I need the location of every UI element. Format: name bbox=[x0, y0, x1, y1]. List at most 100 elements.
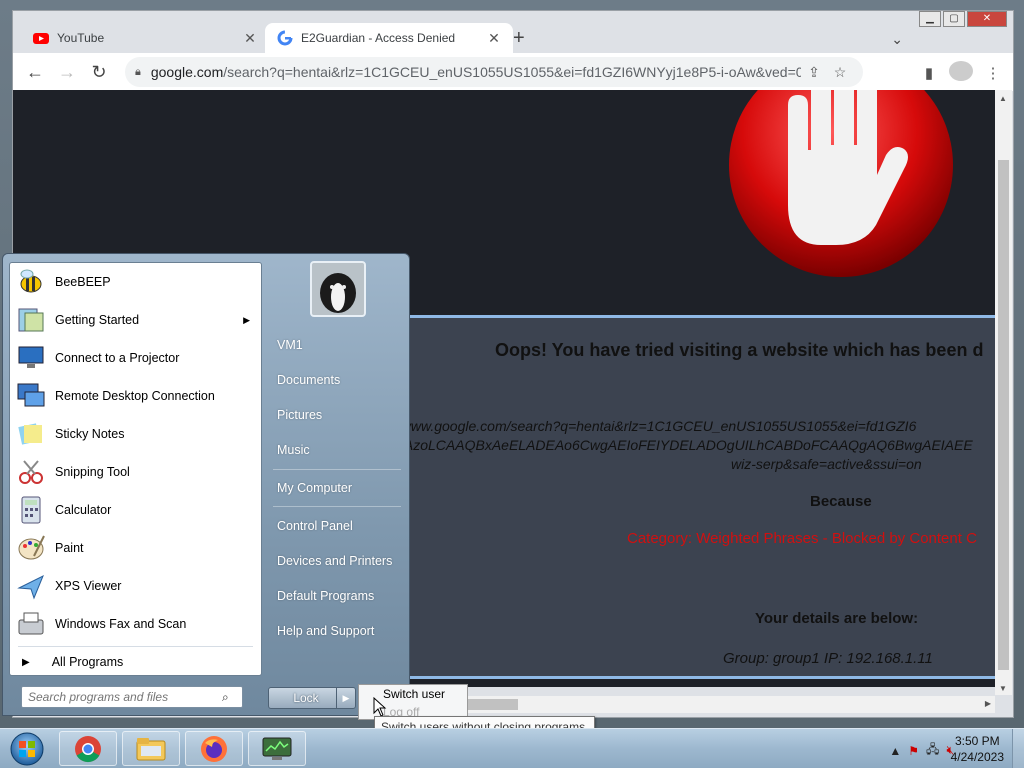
bee-icon bbox=[14, 266, 48, 298]
page-headline: Oops! You have tried visiting a website … bbox=[495, 340, 984, 360]
tab-e2guardian[interactable]: E2Guardian - Access Denied ✕ bbox=[265, 23, 513, 53]
divider bbox=[273, 506, 401, 507]
program-label: BeeBEEP bbox=[55, 275, 111, 289]
program-item[interactable]: Snipping Tool bbox=[14, 453, 258, 491]
start-button-icon[interactable] bbox=[6, 730, 48, 768]
all-programs-button[interactable]: ▶ All Programs bbox=[18, 649, 123, 675]
blocked-url-line: wiz-serp&safe=active&ssui=on bbox=[731, 456, 922, 472]
bookmark-star-icon[interactable]: ☆ bbox=[827, 64, 853, 81]
menu-icon[interactable]: ⋮ bbox=[981, 64, 1005, 82]
details-heading: Your details are below: bbox=[755, 610, 919, 627]
remote-desktop-icon bbox=[14, 380, 48, 412]
firefox-icon bbox=[201, 735, 227, 762]
all-programs-label: All Programs bbox=[51, 655, 124, 669]
start-link-control-panel[interactable]: Control Panel bbox=[277, 519, 353, 533]
browser-toolbar: ← → ↻ 🔒︎ google.com/search?q=hentai&rlz=… bbox=[13, 53, 1013, 91]
taskbar: ▲ ⚑ 🖧︎ 🔇︎ 3:50 PM 4/24/2023 bbox=[0, 728, 1024, 768]
url-text[interactable]: google.com/search?q=hentai&rlz=1C1GCEU_e… bbox=[151, 64, 801, 80]
tab-strip: YouTube ✕ E2Guardian - Access Denied ✕ +… bbox=[13, 19, 1013, 53]
taskbar-task-manager[interactable] bbox=[248, 731, 306, 766]
program-label: Connect to a Projector bbox=[55, 351, 180, 365]
program-label: Windows Fax and Scan bbox=[55, 617, 187, 631]
start-link-pictures[interactable]: Pictures bbox=[277, 408, 322, 422]
program-item[interactable]: Connect to a Projector bbox=[14, 339, 258, 377]
back-icon[interactable]: ← bbox=[19, 62, 51, 83]
program-item[interactable]: XPS Viewer bbox=[14, 567, 258, 605]
share-icon[interactable]: ⇪ bbox=[801, 64, 827, 81]
tab-title: YouTube bbox=[57, 31, 105, 45]
program-label: Paint bbox=[55, 541, 84, 555]
start-link-music[interactable]: Music bbox=[277, 443, 310, 457]
network-icon[interactable]: 🖧︎ bbox=[926, 740, 939, 761]
show-desktop-button[interactable] bbox=[1012, 729, 1024, 768]
new-tab-icon[interactable]: + bbox=[513, 27, 525, 50]
side-panel-icon[interactable]: ▮ bbox=[917, 64, 941, 82]
explorer-icon bbox=[136, 737, 166, 760]
start-search-box[interactable]: ⌕ bbox=[21, 686, 243, 708]
start-link-default-programs[interactable]: Default Programs bbox=[277, 589, 374, 603]
lock-icon[interactable]: 🔒︎ bbox=[135, 66, 141, 79]
dog-photo-icon bbox=[312, 263, 364, 315]
program-item[interactable]: Windows Fax and Scan bbox=[14, 605, 258, 643]
program-item[interactable]: Remote Desktop Connection bbox=[14, 377, 258, 415]
scroll-right-icon[interactable]: ▶ bbox=[985, 699, 991, 708]
getting-started-icon bbox=[14, 304, 48, 336]
start-link-help-and-support[interactable]: Help and Support bbox=[277, 624, 374, 638]
divider bbox=[18, 646, 253, 647]
program-label: Getting Started bbox=[55, 313, 140, 327]
taskbar-chrome[interactable] bbox=[59, 731, 117, 766]
start-link-vm1[interactable]: VM1 bbox=[277, 338, 303, 352]
blocked-url-line: //www.google.com/search?q=hentai&rlz=1C1… bbox=[393, 418, 917, 434]
start-link-devices-and-printers[interactable]: Devices and Printers bbox=[277, 554, 392, 568]
forward-icon[interactable]: → bbox=[51, 62, 83, 83]
calculator-icon bbox=[14, 494, 48, 526]
search-icon[interactable]: ⌕ bbox=[222, 690, 236, 705]
divider bbox=[273, 469, 401, 470]
user-picture[interactable] bbox=[310, 261, 366, 317]
google-icon bbox=[277, 30, 293, 46]
paint-icon bbox=[14, 532, 48, 564]
xps-viewer-icon bbox=[14, 570, 48, 602]
program-item[interactable]: BeeBEEP bbox=[14, 263, 258, 301]
tab-title: E2Guardian - Access Denied bbox=[301, 31, 456, 45]
sticky-notes-icon bbox=[14, 418, 48, 450]
youtube-icon bbox=[33, 33, 49, 44]
address-bar[interactable]: 🔒︎ google.com/search?q=hentai&rlz=1C1GCE… bbox=[125, 57, 863, 87]
program-label: XPS Viewer bbox=[55, 579, 122, 593]
scroll-up-icon[interactable]: ▲ bbox=[999, 94, 1007, 103]
program-item[interactable]: Calculator bbox=[14, 491, 258, 529]
taskbar-firefox[interactable] bbox=[185, 731, 243, 766]
program-label: Sticky Notes bbox=[55, 427, 125, 441]
action-center-icon[interactable]: ⚑ bbox=[908, 744, 919, 758]
program-label: Snipping Tool bbox=[55, 465, 130, 479]
program-label: Calculator bbox=[55, 503, 112, 517]
because-label: Because bbox=[810, 493, 872, 510]
program-item[interactable]: Sticky Notes bbox=[14, 415, 258, 453]
block-category: Category: Weighted Phrases - Blocked by … bbox=[627, 530, 977, 547]
tab-youtube[interactable]: YouTube ✕ bbox=[21, 23, 269, 53]
start-link-my-computer[interactable]: My Computer bbox=[277, 481, 352, 495]
close-tab-icon[interactable]: ✕ bbox=[487, 30, 501, 47]
scroll-down-icon[interactable]: ▼ bbox=[999, 684, 1007, 693]
clock[interactable]: 3:50 PM 4/24/2023 bbox=[951, 733, 1004, 765]
profile-icon[interactable] bbox=[949, 61, 973, 85]
scroll-thumb[interactable] bbox=[998, 160, 1009, 670]
search-input[interactable] bbox=[28, 690, 222, 704]
group-ip-line: Group: group1 IP: 192.168.1.11 bbox=[723, 650, 933, 667]
program-item[interactable]: Getting Started ▶ bbox=[14, 301, 258, 339]
blocked-url: //www.google.com/search?q=hentai&rlz=1C1… bbox=[393, 417, 993, 474]
power-options-arrow[interactable]: ▶ bbox=[336, 687, 356, 709]
blocked-url-line: QAzoLCAAQBxAeELADEAo6CwgAEIoFEIYDELADOgU… bbox=[393, 437, 973, 453]
tab-search-icon[interactable]: ⌄ bbox=[891, 31, 903, 48]
close-tab-icon[interactable]: ✕ bbox=[243, 30, 257, 47]
lock-button[interactable]: Lock bbox=[268, 687, 344, 709]
mouse-cursor-icon bbox=[373, 697, 387, 717]
program-item[interactable]: Paint bbox=[14, 529, 258, 567]
show-hidden-icons-icon[interactable]: ▲ bbox=[889, 744, 901, 758]
url-host: google.com bbox=[150, 64, 224, 80]
vertical-scrollbar[interactable]: ▲ ▼ bbox=[995, 90, 1012, 695]
submenu-arrow-icon: ▶ bbox=[243, 314, 250, 325]
taskbar-explorer[interactable] bbox=[122, 731, 180, 766]
reload-icon[interactable]: ↻ bbox=[83, 62, 115, 83]
start-link-documents[interactable]: Documents bbox=[277, 373, 340, 387]
